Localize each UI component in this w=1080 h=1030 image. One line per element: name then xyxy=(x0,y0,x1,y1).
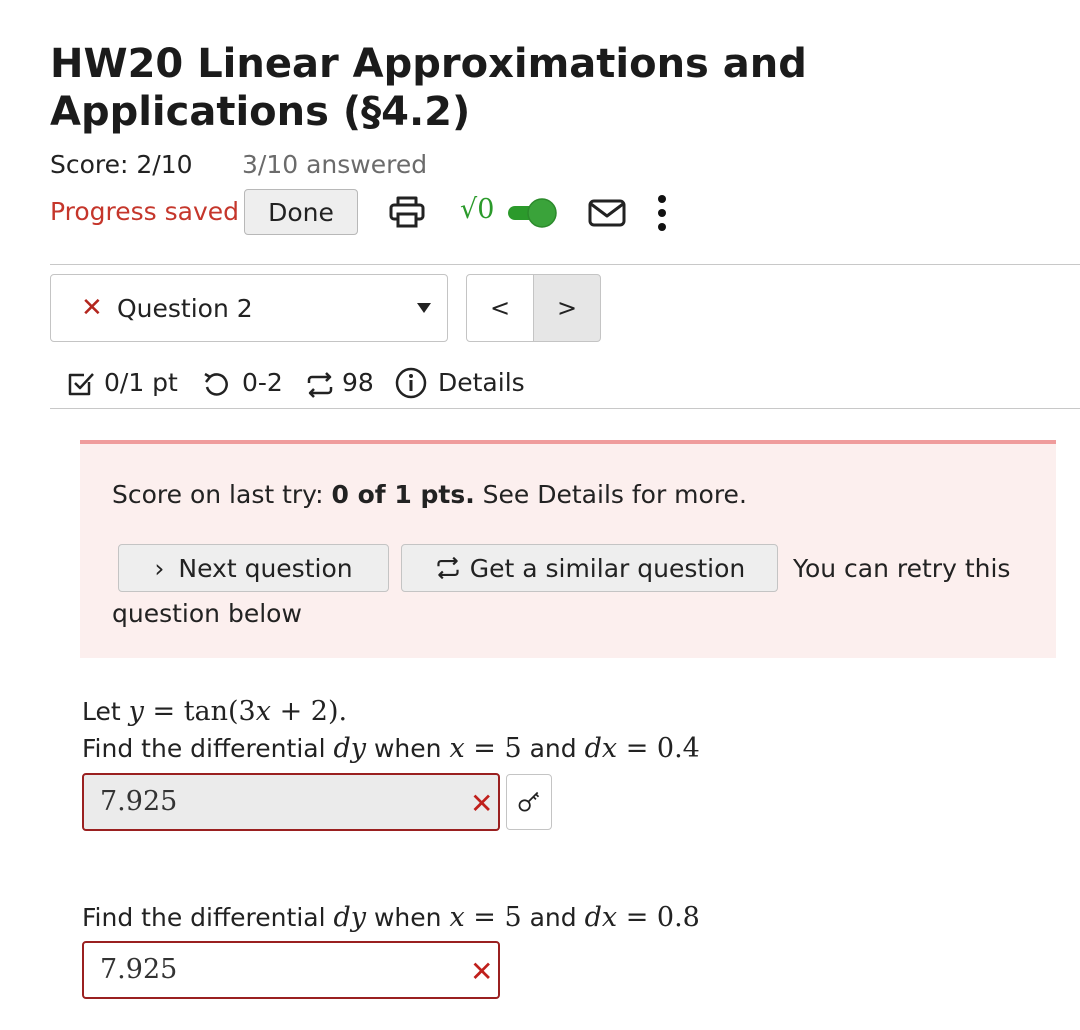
math-x-value: = 5 xyxy=(464,733,522,764)
wrong-x-icon: ✕ xyxy=(470,955,494,988)
print-icon[interactable] xyxy=(388,195,426,229)
math-dy: dy xyxy=(333,733,367,764)
answer-input-1[interactable]: 7.925 ✕ xyxy=(82,773,500,831)
points-text: 0/1 pt xyxy=(104,368,178,397)
answer-value: 7.925 xyxy=(100,954,178,985)
math-entry-icon: √0 xyxy=(460,194,495,225)
score-text: Score: 2/10 xyxy=(50,150,193,179)
done-button[interactable]: Done xyxy=(244,189,358,235)
let-label: Let xyxy=(82,697,129,726)
progress-status: Progress saved xyxy=(50,197,240,226)
score-alert: Score on last try: 0 of 1 pts. See Detai… xyxy=(80,440,1056,658)
versions-text: 98 xyxy=(342,368,374,397)
math-tan: tan(3 xyxy=(183,696,256,727)
alert-prefix: Score on last try: xyxy=(112,480,332,509)
wrong-x-icon: ✕ xyxy=(81,293,103,323)
next-question-button[interactable]: › Next question xyxy=(118,544,389,592)
chevron-right-icon: › xyxy=(154,553,165,583)
shuffle-icon xyxy=(437,556,459,580)
divider xyxy=(50,264,1080,265)
math-expr-rest: + 2). xyxy=(270,696,348,727)
wrong-x-icon: ✕ xyxy=(470,787,494,820)
checkbox-icon xyxy=(68,373,94,396)
similar-question-label: Get a similar question xyxy=(469,553,746,583)
answer-value: 7.925 xyxy=(100,786,178,817)
math-var-y: y xyxy=(128,696,144,727)
math-dx: dx xyxy=(584,902,618,933)
math-dy: dy xyxy=(333,902,367,933)
part2-prompt: Find the differential dy when x = 5 and … xyxy=(82,902,700,933)
part1-prompt: Find the differential dy when x = 5 and … xyxy=(82,733,700,764)
math-entry-toggle[interactable] xyxy=(506,197,560,229)
prev-question-button[interactable]: < xyxy=(466,274,534,342)
retry-icon xyxy=(204,372,228,396)
caret-down-icon xyxy=(417,303,431,313)
alert-suffix: See Details for more. xyxy=(474,480,747,509)
mail-icon[interactable] xyxy=(587,198,627,228)
and-label: and xyxy=(521,903,585,932)
shuffle-icon xyxy=(307,372,333,398)
attempts-text: 0-2 xyxy=(242,368,283,397)
math-dx-value: = 0.8 xyxy=(617,902,700,933)
page-title: HW20 Linear Approximations and Applicati… xyxy=(50,41,807,135)
find-label: Find the differential xyxy=(82,903,334,932)
next-question-label: Next question xyxy=(178,553,353,583)
math-x-value: = 5 xyxy=(464,902,522,933)
alert-score: 0 of 1 pts. xyxy=(331,480,475,509)
divider xyxy=(50,408,1080,409)
similar-question-button[interactable]: Get a similar question xyxy=(401,544,778,592)
question-select[interactable]: ✕ Question 2 xyxy=(50,274,448,342)
math-var-x: x xyxy=(255,696,271,727)
math-dx-value: = 0.4 xyxy=(617,733,700,764)
math-dx: dx xyxy=(584,733,618,764)
retry-note-continued: question below xyxy=(112,599,302,628)
answer-input-2[interactable]: 7.925 ✕ xyxy=(82,941,500,999)
question-prompt: Let y = tan(3x + 2). xyxy=(82,696,347,727)
details-link[interactable]: Details xyxy=(438,368,525,397)
answered-count: 3/10 answered xyxy=(242,150,428,179)
question-select-label: Question 2 xyxy=(117,294,253,323)
key-icon[interactable] xyxy=(506,774,552,830)
retry-note: You can retry this xyxy=(793,554,1011,583)
next-question-arrow-button[interactable]: > xyxy=(533,274,601,342)
math-eq: = xyxy=(143,696,184,727)
more-vert-icon[interactable] xyxy=(655,193,669,233)
when-label: when xyxy=(366,734,450,763)
alert-message: Score on last try: 0 of 1 pts. See Detai… xyxy=(112,480,747,509)
math-var-x: x xyxy=(449,733,465,764)
when-label: when xyxy=(366,903,450,932)
math-var-x: x xyxy=(449,902,465,933)
info-icon[interactable] xyxy=(394,366,428,400)
and-label: and xyxy=(521,734,585,763)
find-label: Find the differential xyxy=(82,734,334,763)
